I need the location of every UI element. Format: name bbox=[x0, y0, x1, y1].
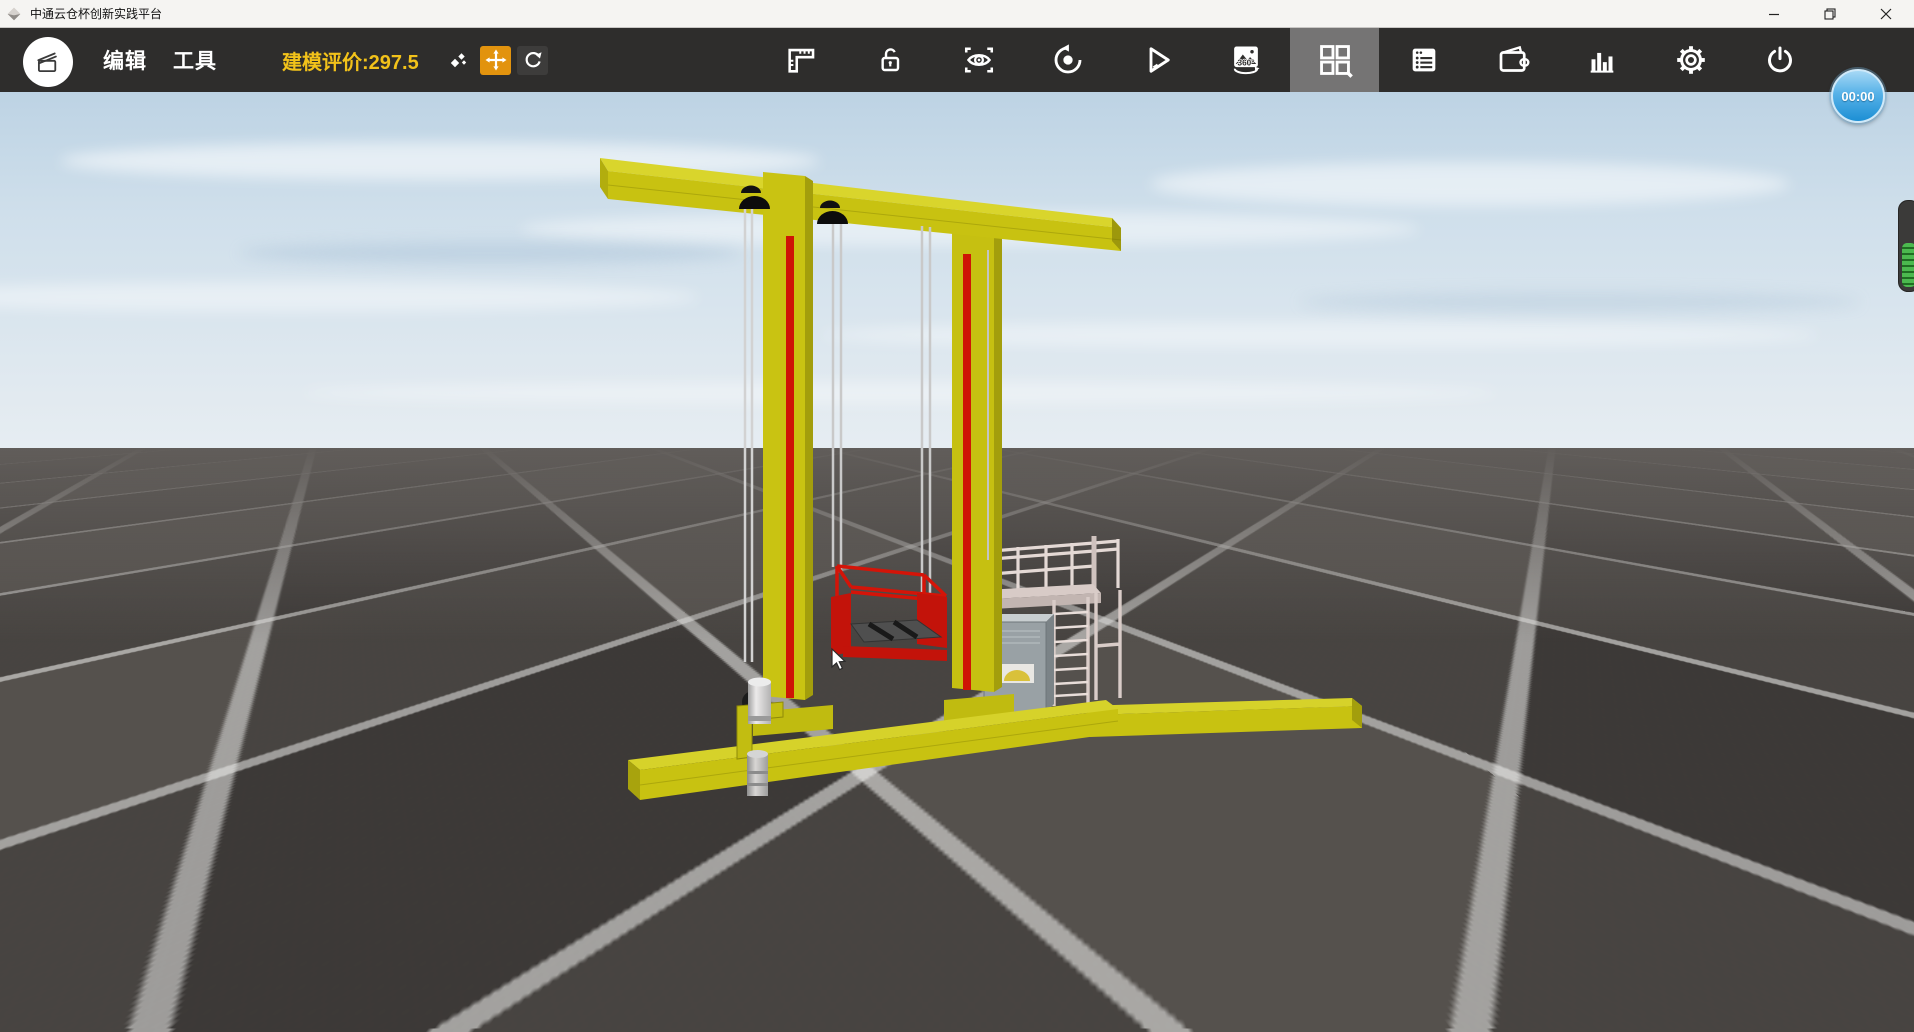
gantry-top-beam[interactable] bbox=[600, 158, 1121, 251]
play-icon bbox=[1139, 42, 1175, 78]
menubar: 编辑 工具 bbox=[103, 28, 217, 92]
guide-rail-left bbox=[786, 236, 794, 698]
lock-button[interactable] bbox=[845, 28, 934, 92]
record-icon bbox=[1050, 42, 1086, 78]
titlebar: 中通云仓杯创新实践平台 bbox=[0, 0, 1914, 28]
photo-360-label: 360° bbox=[1237, 58, 1254, 67]
lift-cage[interactable] bbox=[831, 566, 947, 661]
app-icon bbox=[5, 5, 23, 23]
zoom-level-meter[interactable] bbox=[1898, 200, 1914, 292]
menu-tools[interactable]: 工具 bbox=[173, 45, 217, 75]
lock-icon bbox=[874, 44, 906, 76]
list-form-icon bbox=[1407, 43, 1441, 77]
zoom-level-fill bbox=[1902, 243, 1914, 287]
session-timer-badge[interactable]: 00:00 bbox=[1831, 69, 1885, 123]
close-icon bbox=[1880, 8, 1892, 20]
wallet-button[interactable] bbox=[1468, 28, 1557, 92]
measure-button[interactable] bbox=[756, 28, 845, 92]
restore-icon bbox=[1824, 8, 1836, 20]
gantry-column-left[interactable] bbox=[753, 172, 833, 736]
ruler-icon bbox=[784, 43, 818, 77]
clapperboard-logo-icon bbox=[31, 45, 65, 79]
library-button[interactable] bbox=[1290, 28, 1379, 92]
view-button[interactable] bbox=[934, 28, 1023, 92]
window-controls bbox=[1746, 0, 1914, 28]
grid-search-icon bbox=[1316, 41, 1354, 79]
toolbar-actions: 360° bbox=[756, 28, 1824, 92]
minimize-icon bbox=[1768, 8, 1780, 20]
app-logo-button[interactable] bbox=[23, 37, 73, 87]
3d-viewport[interactable]: 2020中通云仓杯初赛正赛版本 bbox=[0, 92, 1914, 1032]
modeling-score: 建模评价:297.5 bbox=[282, 28, 419, 92]
panorama-button[interactable]: 360° bbox=[1201, 28, 1290, 92]
power-button[interactable] bbox=[1735, 28, 1824, 92]
gear-icon bbox=[1673, 42, 1709, 78]
scale-sparkle-icon bbox=[447, 48, 471, 72]
application-window: 中通云仓杯创新实践平台 编辑 工具 建模评价:297.5 360° 00:00 bbox=[0, 0, 1914, 1032]
base-beam-front[interactable] bbox=[628, 700, 1118, 800]
transform-toolgroup bbox=[443, 28, 548, 92]
move-tool-button[interactable] bbox=[480, 46, 511, 75]
menu-edit[interactable]: 编辑 bbox=[103, 45, 147, 75]
eye-focus-icon bbox=[961, 42, 997, 78]
list-button[interactable] bbox=[1379, 28, 1468, 92]
settings-button[interactable] bbox=[1646, 28, 1735, 92]
rotate-icon bbox=[522, 49, 544, 71]
wallet-icon bbox=[1495, 42, 1531, 78]
bar-chart-icon bbox=[1585, 43, 1619, 77]
move-arrows-icon bbox=[484, 48, 508, 72]
restore-button[interactable] bbox=[1802, 0, 1858, 28]
main-toolbar: 编辑 工具 建模评价:297.5 360° bbox=[0, 28, 1914, 92]
ladder-rungs bbox=[1054, 612, 1088, 696]
close-button[interactable] bbox=[1858, 0, 1914, 28]
window-title: 中通云仓杯创新实践平台 bbox=[30, 5, 162, 22]
play-button[interactable] bbox=[1112, 28, 1201, 92]
photo-360-icon: 360° bbox=[1227, 41, 1265, 79]
scale-tool-button[interactable] bbox=[443, 46, 474, 75]
record-button[interactable] bbox=[1023, 28, 1112, 92]
minimize-button[interactable] bbox=[1746, 0, 1802, 28]
base-beam-right[interactable] bbox=[1080, 698, 1362, 737]
power-icon bbox=[1763, 43, 1797, 77]
guide-rail-right bbox=[963, 254, 971, 690]
stats-button[interactable] bbox=[1557, 28, 1646, 92]
rotate-tool-button[interactable] bbox=[517, 46, 548, 75]
scene-model-layer[interactable] bbox=[0, 92, 1914, 1032]
